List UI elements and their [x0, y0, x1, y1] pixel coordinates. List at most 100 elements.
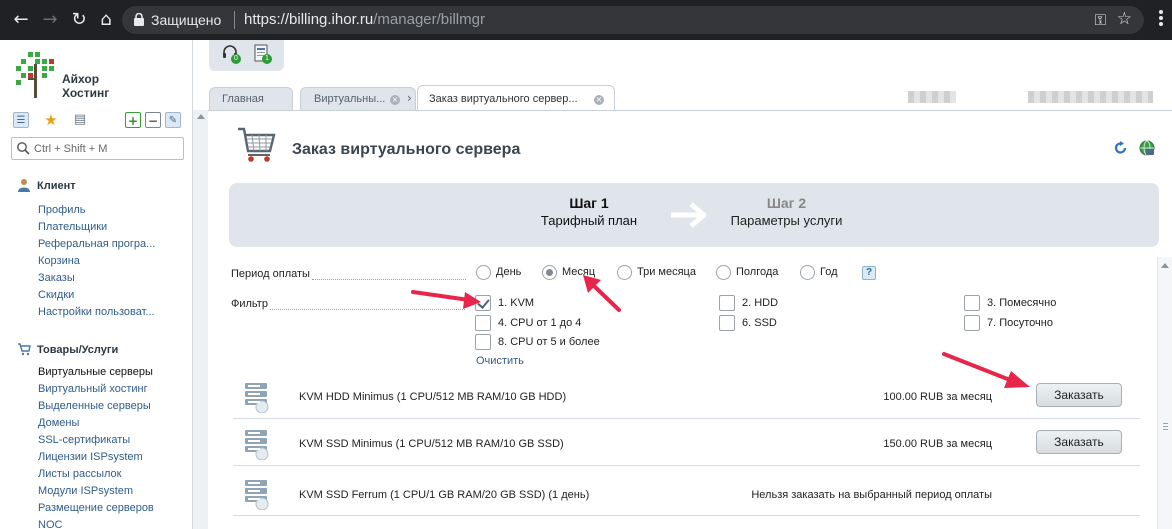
- step-2: Шаг 2 Параметры услуги: [709, 195, 864, 230]
- sidebar-item-payers[interactable]: Плательщики: [38, 219, 188, 236]
- sidebar-item-noc[interactable]: NOC: [38, 517, 188, 529]
- product-row: KVM SSD Minimus (1 CPU/512 MB RAM/10 GB …: [233, 422, 1140, 466]
- sidebar-item-hosting[interactable]: Виртуальный хостинг: [38, 381, 188, 398]
- url-text[interactable]: https://billing.ihor.ru/manager/billmgr: [244, 11, 485, 28]
- tab-bar: Главная Виртуальны... × › Заказ виртуальн…: [193, 85, 1172, 111]
- search-input[interactable]: [34, 141, 179, 156]
- forward-arrow-icon[interactable]: →: [39, 9, 61, 31]
- logo[interactable]: Айхор Хостинг: [14, 50, 114, 100]
- server-icon: [245, 430, 269, 460]
- period-day-label: День: [496, 266, 522, 278]
- key-icon[interactable]: ⚿: [1095, 11, 1106, 29]
- favorites-star-icon[interactable]: ★: [43, 112, 59, 128]
- sidebar-item-domains[interactable]: Домены: [38, 415, 188, 432]
- close-tab-icon[interactable]: ×: [594, 95, 604, 105]
- filter-monthly-checkbox[interactable]: 3. Помесячно: [964, 295, 1056, 311]
- period-year-radio[interactable]: Год: [800, 265, 838, 281]
- sidebar-item-orders[interactable]: Заказы: [38, 270, 188, 287]
- tab-order-vps[interactable]: Заказ виртуального сервер... ×: [417, 85, 615, 111]
- product-price: 100.00 RUB за месяц: [883, 391, 992, 403]
- tab-virtual-servers[interactable]: Виртуальны... ×: [300, 87, 416, 110]
- tree-view-icon[interactable]: ☰: [13, 112, 29, 128]
- step-1-number: Шаг 1: [569, 195, 609, 211]
- menu-search[interactable]: [11, 137, 184, 160]
- home-icon[interactable]: ⌂: [95, 9, 117, 31]
- sidebar-item-ispsystem-licenses[interactable]: Лицензии ISPsystem: [38, 449, 188, 466]
- radio-circle: [476, 265, 491, 280]
- browser-menu-icon[interactable]: [1154, 10, 1168, 30]
- period-day-radio[interactable]: День: [476, 265, 521, 281]
- checkbox-box: [719, 315, 735, 331]
- sidebar-item-ssl[interactable]: SSL-сертификаты: [38, 432, 188, 449]
- sidebar-item-discounts[interactable]: Скидки: [38, 287, 188, 304]
- filter-label-text: Фильтр: [231, 298, 268, 310]
- filter-cpu-1-4-label: 4. CPU от 1 до 4: [498, 317, 582, 329]
- sidebar-item-cart[interactable]: Корзина: [38, 253, 188, 270]
- step-2-label: Параметры услуги: [730, 213, 843, 228]
- help-icon[interactable]: ?: [862, 266, 876, 280]
- server-icon: [245, 383, 269, 413]
- scroll-grip[interactable]: [1163, 423, 1168, 431]
- checkbox-box: [964, 315, 980, 331]
- filter-ssd-checkbox[interactable]: 6. SSD: [719, 315, 777, 331]
- tab-home[interactable]: Главная: [209, 87, 293, 110]
- filter-daily-label: 7. Посуточно: [987, 317, 1053, 329]
- server-icon: [245, 480, 269, 510]
- sidebar-item-ispsystem-modules[interactable]: Модули ISPsystem: [38, 483, 188, 500]
- period-year-label: Год: [820, 266, 838, 278]
- radio-circle: [716, 265, 731, 280]
- step-1: Шаг 1 Тарифный план: [514, 195, 664, 230]
- reload-icon[interactable]: ↻: [68, 9, 90, 31]
- checkbox-box: [475, 334, 491, 350]
- collapse-all-icon[interactable]: −: [145, 112, 161, 128]
- back-arrow-icon[interactable]: ←: [10, 9, 32, 31]
- top-icon-panel: 0 1: [209, 40, 284, 71]
- radio-circle: [800, 265, 815, 280]
- filter-daily-checkbox[interactable]: 7. Посуточно: [964, 315, 1053, 331]
- tab-home-label: Главная: [222, 93, 264, 105]
- sidebar: Айхор Хостинг ☰ ★ ▤ + − ✎ Клиент Профиль…: [0, 40, 193, 529]
- order-button[interactable]: Заказать: [1036, 383, 1122, 407]
- period-label-text: Период оплаты: [231, 268, 310, 280]
- expand-all-icon[interactable]: +: [125, 112, 141, 128]
- sidebar-item-user-settings[interactable]: Настройки пользоват...: [38, 304, 188, 321]
- content-scrollbar[interactable]: [1157, 257, 1172, 529]
- product-row: KVM SSD Ferrum (1 CPU/1 GB RAM/20 GB SSD…: [233, 472, 1140, 516]
- sidebar-item-mailing-lists[interactable]: Листы рассылок: [38, 466, 188, 483]
- clear-filter-link[interactable]: Очистить: [476, 355, 524, 367]
- period-quarter-radio[interactable]: Три месяца: [617, 265, 696, 281]
- logo-line1: Айхор: [62, 72, 100, 86]
- cart-small-icon: [18, 343, 31, 356]
- sidebar-item-colocation[interactable]: Размещение серверов: [38, 500, 188, 517]
- order-button[interactable]: Заказать: [1036, 430, 1122, 454]
- sidebar-item-referral[interactable]: Реферальная програ...: [38, 236, 188, 253]
- sidebar-item-dedicated[interactable]: Выделенные серверы: [38, 398, 188, 415]
- checkbox-box: [719, 295, 735, 311]
- filter-kvm-label: 1. KVM: [498, 297, 535, 309]
- product-price: 150.00 RUB за месяц: [883, 438, 992, 450]
- section-products-title: Товары/Услуги: [37, 344, 119, 356]
- refresh-icon[interactable]: [1114, 141, 1128, 155]
- address-bar[interactable]: Защищено https://billing.ihor.ru/manager…: [122, 6, 1144, 34]
- filter-hdd-label: 2. HDD: [742, 297, 779, 309]
- tree-logo-icon: [16, 52, 54, 98]
- close-tab-icon[interactable]: ×: [390, 95, 400, 105]
- client-menu: Профиль Плательщики Реферальная програ..…: [38, 202, 188, 321]
- globe-icon[interactable]: [1139, 140, 1155, 156]
- tab-order-vps-label: Заказ виртуального сервер...: [429, 93, 578, 105]
- filter-hdd-checkbox[interactable]: 2. HDD: [719, 295, 778, 311]
- filter-cpu-5plus-checkbox[interactable]: 8. CPU от 5 и более: [475, 334, 600, 350]
- breadcrumb-chevron-icon: ›: [407, 91, 412, 105]
- sidebar-item-profile[interactable]: Профиль: [38, 202, 188, 219]
- period-halfyear-radio[interactable]: Полгода: [716, 265, 778, 281]
- scroll-up-arrow-icon[interactable]: [1161, 263, 1169, 268]
- sidebar-item-vps[interactable]: Виртуальные серверы: [38, 364, 188, 381]
- section-client[interactable]: Клиент: [17, 178, 76, 192]
- sidebar-scrollbar[interactable]: [193, 110, 208, 529]
- bookmark-star-icon[interactable]: ☆: [1117, 9, 1132, 29]
- briefcase-icon[interactable]: ▤: [72, 112, 88, 128]
- annotation-arrow-period: [583, 275, 621, 312]
- section-products[interactable]: Товары/Услуги: [17, 342, 118, 356]
- scroll-up-arrow-icon[interactable]: [197, 114, 205, 119]
- pin-icon[interactable]: ✎: [165, 112, 181, 128]
